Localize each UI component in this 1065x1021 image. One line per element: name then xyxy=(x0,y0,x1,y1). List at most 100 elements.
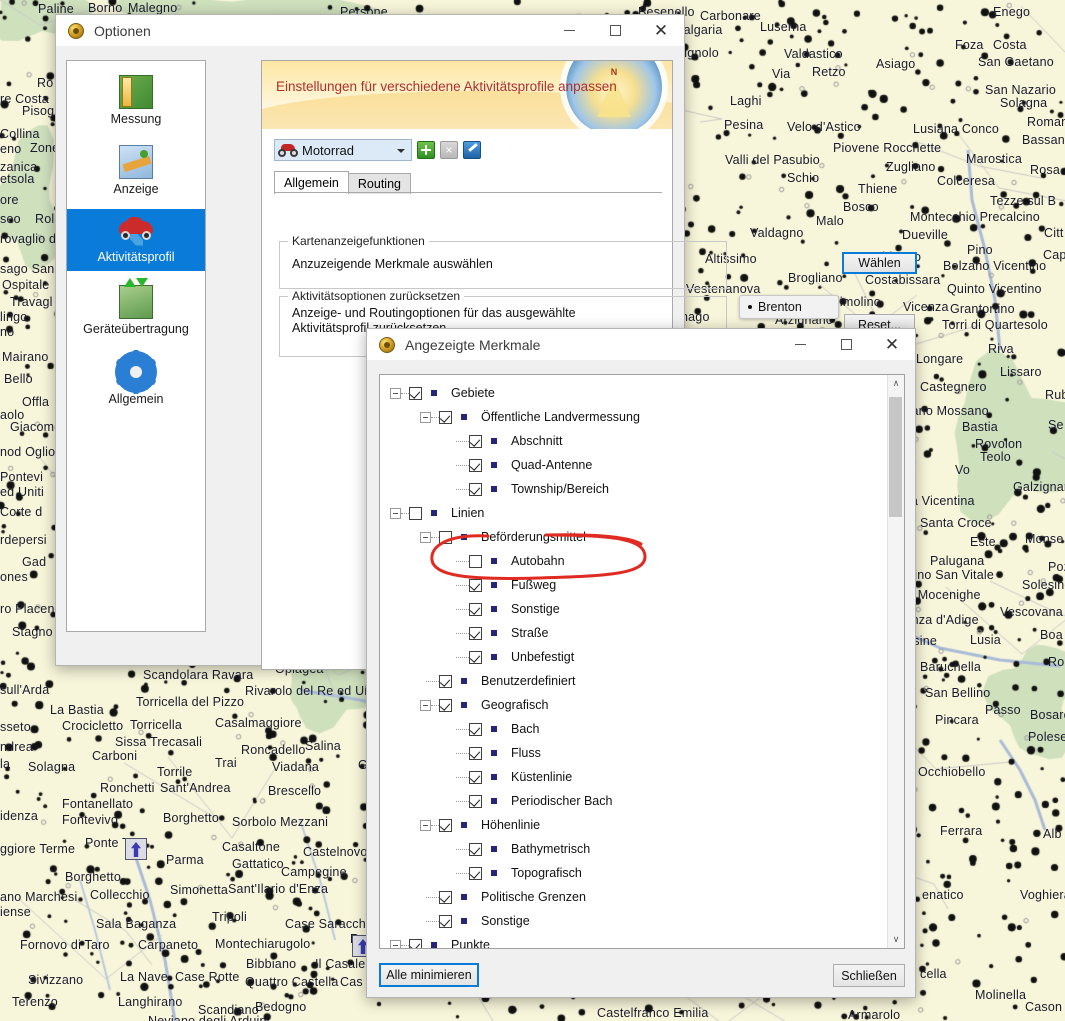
profile-toolbar[interactable]: Motorrad × xyxy=(274,139,481,161)
tree-connector xyxy=(456,560,469,562)
tree-row[interactable]: Unbefestigt xyxy=(380,645,888,669)
sidebar-item-allgemein[interactable]: Allgemein xyxy=(67,349,205,411)
features-tree-container[interactable]: Gebiete Öffentliche Landvermessung Abschni… xyxy=(379,374,905,949)
activity-profile-select[interactable]: Motorrad xyxy=(274,139,412,161)
tree-checkbox[interactable] xyxy=(469,650,482,664)
map-place-label: Este xyxy=(970,535,996,549)
tree-scrollbar[interactable]: ∧ ∨ xyxy=(887,375,904,948)
tree-row[interactable]: Autobahn xyxy=(380,549,888,573)
tree-row[interactable]: Topografisch xyxy=(380,861,888,885)
tree-row[interactable]: Geografisch xyxy=(380,693,888,717)
tree-checkbox[interactable] xyxy=(409,938,422,948)
close-button[interactable]: Schließen xyxy=(833,964,905,987)
tree-row[interactable]: Fluss xyxy=(380,741,888,765)
add-profile-button[interactable] xyxy=(417,141,435,159)
sidebar-item-anzeige[interactable]: Anzeige xyxy=(67,139,205,201)
collapse-minus-icon[interactable] xyxy=(390,939,401,948)
tree-checkbox[interactable] xyxy=(469,770,482,784)
tree-row[interactable]: Beförderungsmittel xyxy=(380,525,888,549)
tree-row[interactable]: Abschnitt xyxy=(380,429,888,453)
scroll-down-icon[interactable]: ∨ xyxy=(888,931,904,948)
map-place-label: sseto xyxy=(0,720,31,734)
collapse-all-button[interactable]: Alle minimieren xyxy=(379,963,479,987)
tree-checkbox[interactable] xyxy=(439,818,452,832)
tab-routing[interactable]: Routing xyxy=(347,173,411,194)
scrollbar-thumb[interactable] xyxy=(889,397,902,517)
tree-checkbox[interactable] xyxy=(469,482,482,496)
collapse-minus-icon[interactable] xyxy=(420,819,431,831)
collapse-minus-icon[interactable] xyxy=(420,699,431,711)
tree-row[interactable]: Küstenlinie xyxy=(380,765,888,789)
tree-row[interactable]: Township/Bereich xyxy=(380,477,888,501)
sidebar-item-messung[interactable]: Messung xyxy=(67,69,205,131)
tree-checkbox[interactable] xyxy=(469,866,482,880)
delete-profile-button[interactable]: × xyxy=(440,141,458,159)
tree-checkbox[interactable] xyxy=(409,386,422,400)
maximize-button[interactable] xyxy=(823,329,869,360)
reset-description-line1: Anzeige- und Routingoptionen für das aus… xyxy=(292,306,576,320)
tree-row[interactable]: Straße xyxy=(380,621,888,645)
tree-checkbox[interactable] xyxy=(439,698,452,712)
close-icon[interactable]: ✕ xyxy=(638,15,684,46)
tree-checkbox[interactable] xyxy=(409,506,422,520)
tree-row[interactable]: Periodischer Bach xyxy=(380,789,888,813)
tab-allgemein[interactable]: Allgemein xyxy=(274,171,349,194)
chevron-down-icon[interactable] xyxy=(397,149,405,153)
tree-row[interactable]: Linien xyxy=(380,501,888,525)
tree-row[interactable]: Quad-Antenne xyxy=(380,453,888,477)
features-titlebar[interactable]: Angezeigte Merkmale ✕ xyxy=(367,329,915,361)
tree-checkbox[interactable] xyxy=(439,530,452,544)
waehlen-button[interactable]: Wählen xyxy=(842,252,917,274)
tree-row[interactable]: Politische Grenzen xyxy=(380,885,888,909)
tree-row[interactable]: Punkte xyxy=(380,933,888,948)
tree-checkbox[interactable] xyxy=(469,746,482,760)
map-display-icon xyxy=(119,144,153,179)
features-window-controls[interactable]: ✕ xyxy=(777,329,915,360)
sidebar-item-geraeteuebertragung[interactable]: Geräteübertragung xyxy=(67,277,205,341)
tree-checkbox[interactable] xyxy=(469,434,482,448)
options-tabstrip[interactable]: Allgemein Routing xyxy=(274,171,411,194)
sidebar-item-aktivitaetsprofil[interactable]: Aktivitätsprofil xyxy=(67,209,205,271)
tree-checkbox[interactable] xyxy=(469,722,482,736)
scroll-up-icon[interactable]: ∧ xyxy=(888,375,904,392)
collapse-minus-icon[interactable] xyxy=(420,411,431,423)
tree-checkbox[interactable] xyxy=(439,410,452,424)
minimize-button[interactable] xyxy=(777,329,823,360)
options-titlebar[interactable]: Optionen ✕ xyxy=(56,15,684,47)
tree-checkbox[interactable] xyxy=(439,914,452,928)
tree-row[interactable]: Gebiete xyxy=(380,381,888,405)
tabstrip-divider xyxy=(274,192,662,193)
tree-checkbox[interactable] xyxy=(469,794,482,808)
tree-checkbox[interactable] xyxy=(469,602,482,616)
tree-checkbox[interactable] xyxy=(469,554,482,568)
tree-checkbox[interactable] xyxy=(469,842,482,856)
tree-row[interactable]: Öffentliche Landvermessung xyxy=(380,405,888,429)
tree-row[interactable]: Sonstige xyxy=(380,909,888,933)
tree-checkbox[interactable] xyxy=(439,674,452,688)
collapse-minus-icon[interactable] xyxy=(390,387,401,399)
collapse-minus-icon[interactable] xyxy=(420,531,431,543)
collapse-minus-icon[interactable] xyxy=(390,507,401,519)
tree-row[interactable]: Bach xyxy=(380,717,888,741)
edit-profile-button[interactable] xyxy=(463,141,481,159)
minimize-button[interactable] xyxy=(546,15,592,46)
tree-checkbox[interactable] xyxy=(469,626,482,640)
feature-bullet-icon xyxy=(491,654,497,660)
tree-row[interactable]: Höhenlinie xyxy=(380,813,888,837)
map-place-label: eno xyxy=(0,142,22,156)
tree-checkbox[interactable] xyxy=(469,458,482,472)
features-tree[interactable]: Gebiete Öffentliche Landvermessung Abschni… xyxy=(380,375,888,948)
options-sidebar[interactable]: Messung Anzeige Aktivitätsprofil Geräteü… xyxy=(66,60,206,632)
tree-item-label: Gebiete xyxy=(451,386,495,400)
tree-row[interactable]: Benutzerdefiniert xyxy=(380,669,888,693)
tree-checkbox[interactable] xyxy=(469,578,482,592)
close-icon[interactable]: ✕ xyxy=(869,329,915,360)
maximize-button[interactable] xyxy=(592,15,638,46)
options-window-controls[interactable]: ✕ xyxy=(546,15,684,46)
features-dialog[interactable]: Angezeigte Merkmale ✕ Gebiete Öffentliche… xyxy=(366,328,916,998)
map-waypoint-flag-icon[interactable] xyxy=(125,838,147,860)
tree-row[interactable]: Bathymetrisch xyxy=(380,837,888,861)
tree-checkbox[interactable] xyxy=(439,890,452,904)
tree-row[interactable]: Fußweg xyxy=(380,573,888,597)
tree-row[interactable]: Sonstige xyxy=(380,597,888,621)
